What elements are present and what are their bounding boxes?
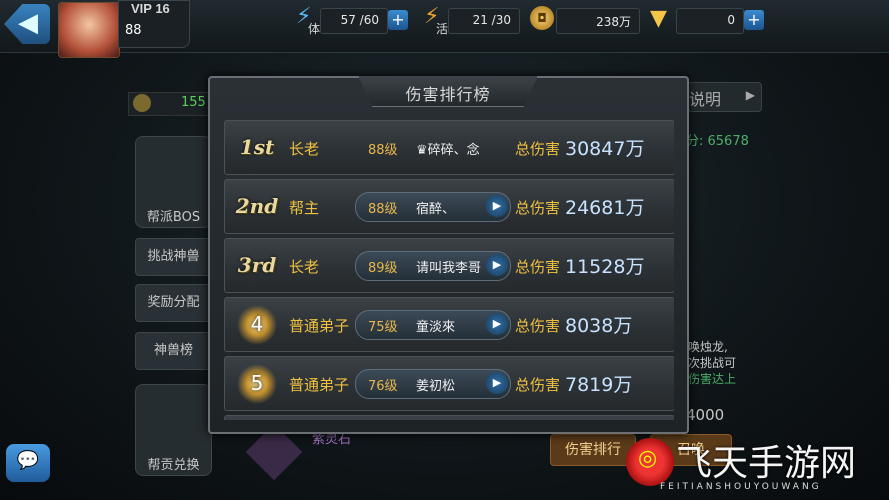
watermark-logo-icon: ◎ bbox=[626, 438, 674, 486]
vip-label: VIP 16 bbox=[131, 1, 170, 16]
bg-side-item-exchange[interactable]: 帮贡兑换 bbox=[135, 384, 212, 476]
row-4-damage-value: 8038万 bbox=[565, 315, 633, 337]
ranking-row-4: 4 普通弟子 75级 童淡來 ▶ 总伤害 8038万 bbox=[224, 297, 674, 352]
bg-right-text-3: 伤害达上 bbox=[688, 372, 737, 386]
rank-badge-1: 1st bbox=[239, 135, 275, 159]
row-4-level: 75级 bbox=[368, 320, 398, 335]
gold-value: 0 bbox=[727, 13, 735, 27]
gold-resource: ▼ 0 + bbox=[650, 6, 765, 34]
row-4-arrow-icon: ▶ bbox=[486, 313, 508, 335]
bg-points-value: 155 bbox=[181, 95, 206, 110]
bg-right-text-1: 唤烛龙, bbox=[688, 340, 728, 354]
row-5-arrow-icon: ▶ bbox=[486, 372, 508, 394]
row-5-damage-value: 7819万 bbox=[565, 374, 633, 396]
vitality-resource: ⚡ 活 21 /30 bbox=[424, 4, 520, 36]
bg-points-bar: 155 bbox=[128, 92, 210, 116]
bg-side-item-boss[interactable]: 帮派BOS bbox=[135, 136, 212, 228]
back-arrow-icon: ◀ bbox=[18, 8, 38, 38]
row-1-level: 88级 bbox=[368, 143, 398, 158]
back-button[interactable]: ◀ bbox=[4, 4, 50, 44]
coins-value: 238万 bbox=[596, 15, 631, 29]
row-2-damage-label: 总伤害 bbox=[515, 199, 561, 217]
site-watermark: ◎ 飞天手游网 FEITIANSHOUYOUWANG bbox=[620, 426, 889, 500]
row-5-name: 姜初松 bbox=[416, 379, 456, 394]
row-3-name: 请叫我李哥 bbox=[416, 261, 482, 276]
row-1-name: ♛碎碎、念 bbox=[416, 143, 480, 158]
row-4-damage-label: 总伤害 bbox=[515, 317, 561, 335]
stamina-add-button[interactable]: + bbox=[388, 10, 408, 30]
bg-side-panel: 帮派BOS 挑战神兽 奖励分配 神兽榜 帮贡兑换 bbox=[125, 118, 220, 478]
rank-badge-2: 2nd bbox=[235, 194, 279, 218]
ranking-row-5: 5 普通弟子 76级 姜初松 ▶ 总伤害 7819万 bbox=[224, 356, 674, 411]
row-4-name: 童淡來 bbox=[416, 320, 456, 335]
modal-title-plate: 伤害排行榜 bbox=[358, 76, 538, 107]
bg-side-item-boss-label: 帮派BOS bbox=[146, 210, 201, 225]
watermark-cn: 飞天手游网 bbox=[676, 443, 857, 484]
bg-right-text-2: 次挑战可 bbox=[688, 356, 737, 370]
top-bar: ◀ VIP 16 88 ⚡ 体 57 /60 + ⚡ 活 21 /30 ◘ 23… bbox=[0, 0, 889, 58]
vitality-value: 21 /30 bbox=[472, 13, 511, 27]
stamina-icon-label: 体 bbox=[308, 22, 321, 36]
row-3-damage-value: 11528万 bbox=[565, 256, 645, 278]
row-2-player-button[interactable]: 88级 宿醉、 ▶ bbox=[355, 192, 511, 222]
row-3-role: 长老 bbox=[289, 258, 320, 276]
row-5-role: 普通弟子 bbox=[289, 376, 350, 394]
bg-side-item-exchange-label: 帮贡兑换 bbox=[147, 458, 200, 473]
player-avatar[interactable] bbox=[58, 2, 120, 58]
chat-button[interactable]: 💬 bbox=[6, 444, 50, 482]
vip-panel: VIP 16 88 bbox=[118, 0, 190, 48]
row-2-arrow-icon: ▶ bbox=[486, 195, 508, 217]
row-4-role: 普通弟子 bbox=[289, 317, 350, 335]
rank-badge-4: 4 bbox=[250, 312, 264, 336]
row-3-level: 89级 bbox=[368, 261, 398, 276]
bg-side-item-rewards[interactable]: 奖励分配 bbox=[135, 284, 212, 322]
modal-title: 伤害排行榜 bbox=[405, 85, 491, 104]
bg-side-item-beast-rank[interactable]: 神兽榜 bbox=[135, 332, 212, 370]
stamina-value: 57 /60 bbox=[340, 13, 379, 27]
row-5-damage-label: 总伤害 bbox=[515, 376, 561, 394]
ranking-row-3: 3rd 长老 89级 请叫我李哥 ▶ 总伤害 11528万 bbox=[224, 238, 674, 293]
chat-bubble-icon: 💬 bbox=[16, 450, 40, 471]
bg-points-icon bbox=[133, 94, 151, 112]
row-3-player-button[interactable]: 89级 请叫我李哥 ▶ bbox=[355, 251, 511, 281]
ranking-row-2: 2nd 帮主 88级 宿醉、 ▶ 总伤害 24681万 bbox=[224, 179, 674, 234]
row-3-arrow-icon: ▶ bbox=[486, 254, 508, 276]
row-5-player-button[interactable]: 76级 姜初松 ▶ bbox=[355, 369, 511, 399]
player-level: 88 bbox=[125, 23, 142, 38]
damage-ranking-modal: 伤害排行榜 1st 长老 88级 ♛碎碎、念 总伤害 30847万 2nd 帮主… bbox=[208, 76, 689, 434]
row-1-damage-label: 总伤害 bbox=[515, 140, 561, 158]
coin-icon: ◘ bbox=[530, 6, 554, 30]
rank-badge-3: 3rd bbox=[237, 253, 277, 277]
row-1-role: 长老 bbox=[289, 140, 320, 158]
row-2-name: 宿醉、 bbox=[416, 202, 456, 217]
row-2-damage-value: 24681万 bbox=[565, 197, 645, 219]
gold-ingot-icon: ▼ bbox=[650, 6, 667, 31]
ranking-list[interactable]: 1st 长老 88级 ♛碎碎、念 总伤害 30847万 2nd 帮主 88级 宿… bbox=[224, 120, 674, 420]
gold-add-button[interactable]: + bbox=[744, 10, 764, 30]
row-2-role: 帮主 bbox=[289, 199, 320, 217]
row-2-level: 88级 bbox=[368, 202, 398, 217]
row-3-damage-label: 总伤害 bbox=[515, 258, 561, 276]
bg-right-value: 4000 bbox=[686, 406, 725, 424]
watermark-en: FEITIANSHOUYOUWANG bbox=[660, 482, 822, 492]
coins-resource: ◘ 238万 bbox=[530, 6, 640, 34]
ranking-row-6-partial bbox=[224, 415, 674, 420]
stamina-resource: ⚡ 体 57 /60 + bbox=[296, 4, 412, 36]
ranking-row-1: 1st 长老 88级 ♛碎碎、念 总伤害 30847万 bbox=[224, 120, 674, 175]
row-1-player: 88级 ♛碎碎、念 bbox=[355, 133, 511, 163]
row-1-damage-value: 30847万 bbox=[565, 138, 645, 160]
rank-badge-5: 5 bbox=[250, 371, 264, 395]
bg-side-item-challenge[interactable]: 挑战神兽 bbox=[135, 238, 212, 276]
vitality-icon-label: 活 bbox=[436, 22, 449, 36]
row-5-level: 76级 bbox=[368, 379, 398, 394]
row-4-player-button[interactable]: 75级 童淡來 ▶ bbox=[355, 310, 511, 340]
